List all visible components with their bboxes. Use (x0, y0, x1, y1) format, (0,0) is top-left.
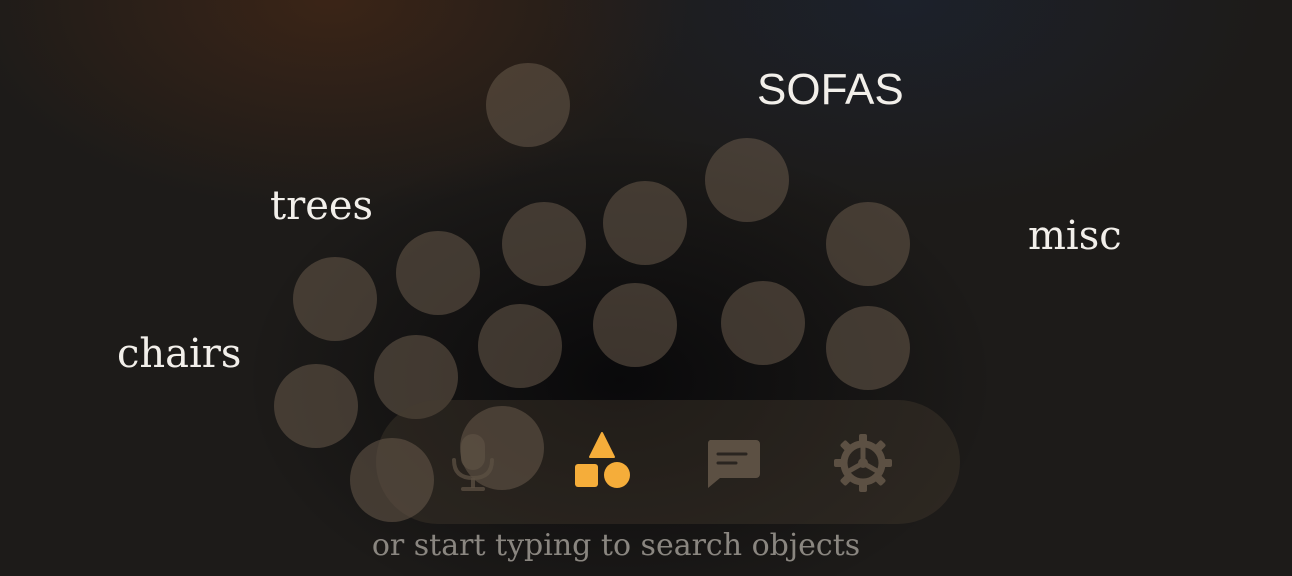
category-misc[interactable]: misc (1028, 216, 1122, 256)
gear-icon[interactable] (830, 430, 896, 496)
object-item[interactable] (350, 438, 434, 522)
object-item[interactable] (705, 138, 789, 222)
object-item[interactable] (826, 306, 910, 390)
object-browser: SOFAS trees misc chairs or start typing … (0, 0, 1292, 576)
object-item[interactable] (603, 181, 687, 265)
object-item[interactable] (478, 304, 562, 388)
chat-icon[interactable] (700, 430, 766, 496)
shapes-icon[interactable] (570, 428, 634, 492)
search-hint: or start typing to search objects (371, 528, 861, 563)
object-item[interactable] (721, 281, 805, 365)
object-item[interactable] (826, 202, 910, 286)
object-item[interactable] (274, 364, 358, 448)
object-item[interactable] (396, 231, 480, 315)
category-sofas[interactable]: SOFAS (757, 68, 904, 112)
object-item[interactable] (502, 202, 586, 286)
object-item[interactable] (486, 63, 570, 147)
microphone-icon[interactable] (440, 430, 506, 496)
object-item[interactable] (293, 257, 377, 341)
category-chairs[interactable]: chairs (117, 334, 241, 374)
category-trees[interactable]: trees (270, 186, 373, 226)
object-item[interactable] (593, 283, 677, 367)
